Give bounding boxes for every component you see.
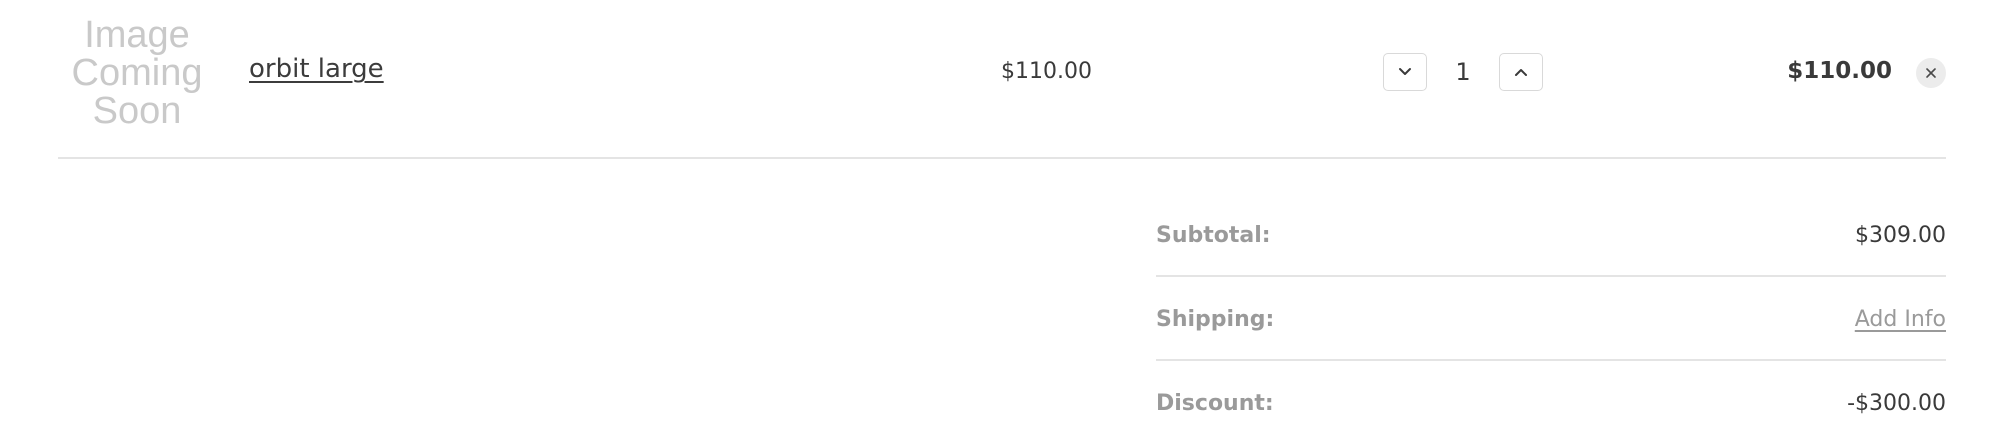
product-image-placeholder: Image Coming Soon [58, 0, 216, 146]
chevron-up-icon [1515, 68, 1527, 76]
shipping-row: Shipping: Add Info [1156, 277, 1946, 361]
unit-price: $110.00 [1001, 59, 1092, 84]
discount-row: Discount: -$300.00 [1156, 361, 1946, 445]
discount-label: Discount: [1156, 391, 1274, 416]
quantity-value[interactable]: 1 [1427, 58, 1499, 86]
placeholder-line: Coming [71, 52, 203, 94]
subtotal-row: Subtotal: $309.00 [1156, 193, 1946, 277]
cart-item-row: Image Coming Soon orbit large $110.00 1 … [58, 0, 1946, 159]
line-total: $110.00 [1787, 58, 1892, 84]
remove-item-button[interactable] [1916, 58, 1946, 88]
placeholder-line: Image [84, 14, 190, 56]
quantity-stepper: 1 [1383, 51, 1543, 92]
add-shipping-info-link[interactable]: Add Info [1855, 307, 1946, 332]
close-icon [1926, 68, 1936, 78]
discount-value: -$300.00 [1847, 391, 1946, 416]
shipping-label: Shipping: [1156, 307, 1275, 332]
subtotal-value: $309.00 [1855, 223, 1946, 248]
chevron-down-icon [1399, 67, 1411, 75]
subtotal-label: Subtotal: [1156, 223, 1271, 248]
order-summary: Subtotal: $309.00 Shipping: Add Info Dis… [1156, 193, 1946, 445]
increase-quantity-button[interactable] [1499, 52, 1543, 91]
product-name-link[interactable]: orbit large [249, 54, 384, 84]
placeholder-line: Soon [92, 90, 182, 132]
decrease-quantity-button[interactable] [1383, 52, 1427, 91]
